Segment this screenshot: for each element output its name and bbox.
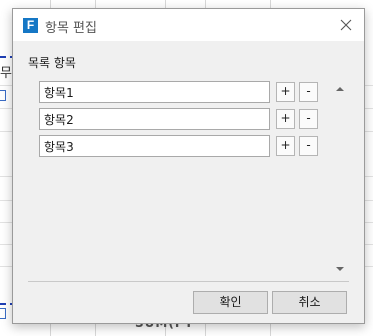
add-item-button[interactable]: + (276, 136, 295, 156)
vertical-scrollbar[interactable] (331, 81, 348, 277)
dialog-title: 항목 편집 (45, 21, 97, 36)
add-item-button[interactable]: + (276, 82, 295, 102)
checkbox-fragment (0, 90, 6, 101)
scroll-up-icon[interactable] (336, 87, 344, 91)
item-input[interactable] (39, 135, 270, 157)
add-item-button[interactable]: + (276, 109, 295, 129)
divider (28, 281, 349, 282)
ok-button[interactable]: 확인 (193, 291, 268, 314)
remove-item-button[interactable]: - (299, 136, 318, 156)
remove-item-button[interactable]: - (299, 82, 318, 102)
title-bar: F 항목 편집 (13, 9, 364, 41)
scroll-down-icon[interactable] (336, 267, 344, 271)
edit-items-dialog: F 항목 편집 목록 항목 + - + - + - 확인 취소 (12, 8, 365, 324)
cancel-button[interactable]: 취소 (272, 291, 347, 314)
remove-item-button[interactable]: - (299, 109, 318, 129)
app-logo-icon: F (23, 18, 38, 33)
item-input[interactable] (39, 81, 270, 103)
item-input[interactable] (39, 108, 270, 130)
list-items-label: 목록 항목 (28, 56, 76, 70)
items-list: + - + - + - (39, 81, 333, 277)
checkbox-fragment (0, 308, 6, 319)
close-icon[interactable] (334, 13, 358, 37)
